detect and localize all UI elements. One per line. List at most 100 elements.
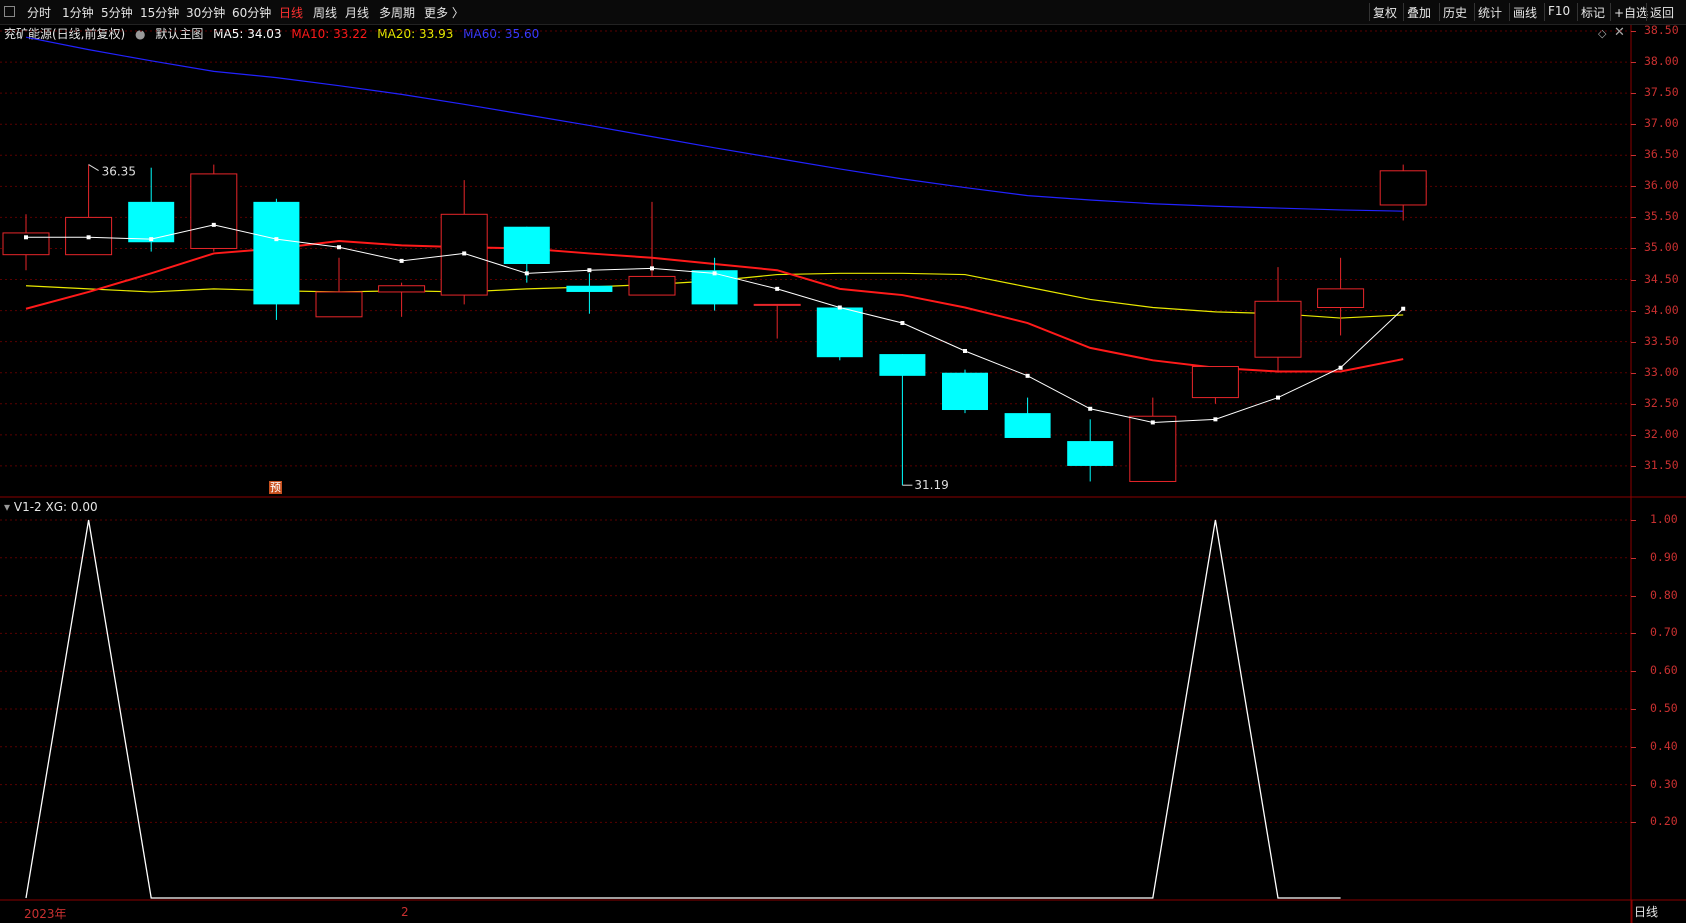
candle-body-up: [1379, 170, 1427, 206]
candle-body-up: [1254, 300, 1302, 358]
ma5-point: [524, 271, 529, 276]
ma5-point: [963, 348, 967, 353]
indicator-tick-label: 0.80: [1650, 587, 1678, 602]
price-tick-label: 35.00: [1644, 240, 1679, 255]
candle-body-down: [691, 270, 738, 305]
price-tick: [1631, 31, 1636, 32]
price-tick: [1631, 186, 1636, 188]
ma5-point: [86, 235, 91, 240]
ma5-point: [1401, 306, 1406, 311]
price-tick-label: 34.00: [1644, 302, 1679, 317]
price-tick-label: 36.00: [1644, 178, 1679, 193]
candle-body-down: [566, 285, 613, 292]
ma5-point: [1025, 373, 1030, 378]
low-price-label: 31.19: [914, 478, 948, 492]
candle-body-up: [1191, 366, 1239, 399]
price-tick-label: 38.00: [1644, 54, 1679, 69]
indicator-tick: [1631, 633, 1636, 635]
price-tick-label: 33.50: [1644, 333, 1679, 348]
price-tick: [1631, 465, 1636, 467]
ma5-point: [274, 237, 279, 242]
price-tick-label: 37.00: [1644, 116, 1679, 131]
price-tick: [1631, 279, 1636, 281]
price-tick-label: 35.50: [1644, 209, 1679, 224]
high-price-label: 36.35: [102, 165, 136, 179]
candle-body-up: [1129, 415, 1177, 482]
ma5-point: [149, 237, 154, 242]
candle-body-down: [253, 201, 300, 305]
ma5-point: [337, 245, 341, 250]
candle-body-up: [753, 303, 801, 306]
ma5-point: [900, 321, 905, 326]
ma5-point: [712, 271, 717, 276]
candle-body-down: [942, 372, 988, 411]
high-pointer: [88, 164, 99, 172]
ma5-point: [1213, 417, 1218, 422]
ma5-point: [1150, 420, 1155, 425]
indicator-tick-label: 0.40: [1650, 738, 1678, 753]
chart-canvas[interactable]: 36.35 31.19: [0, 0, 1686, 923]
period-label-bottom: 日线: [1634, 905, 1659, 919]
chart-frame: [0, 25, 1686, 923]
indicator-tick-label: 0.50: [1650, 701, 1678, 715]
candle-body-down: [1067, 441, 1114, 466]
indicator-tick: [1631, 784, 1636, 786]
price-tick: [1631, 124, 1636, 126]
price-tick-label: 31.50: [1644, 457, 1679, 472]
candle-body-up: [1317, 288, 1365, 308]
indicator-name[interactable]: V1-2: [14, 500, 42, 514]
price-tick: [1631, 372, 1636, 374]
price-tick: [1631, 434, 1636, 436]
indicator-line: [25, 519, 1341, 899]
indicator-tick: [1631, 520, 1636, 521]
price-tick-label: 34.50: [1644, 271, 1679, 286]
indicator-tick-label: 1.00: [1650, 512, 1678, 526]
xg-line: [25, 519, 1341, 899]
grid-lines: [0, 30, 1631, 823]
x-axis-year-label: 2023年: [24, 907, 67, 921]
x-axis-month-label: 2: [401, 905, 409, 919]
candles: [2, 164, 1427, 486]
candle-body-up: [315, 291, 363, 318]
price-tick: [1631, 403, 1636, 405]
candle-body-down: [503, 226, 550, 264]
candle-body-down: [816, 307, 863, 358]
ma5-point: [24, 235, 28, 240]
ma5-point: [399, 258, 404, 263]
price-tick: [1631, 155, 1636, 157]
ma5-point: [462, 251, 467, 256]
indicator-dropdown-icon[interactable]: ▾: [4, 500, 10, 514]
indicator-value: XG: 0.00: [45, 500, 98, 514]
price-tick-label: 37.50: [1644, 85, 1679, 100]
price-tick-label: 32.00: [1644, 426, 1679, 441]
ma5-point: [587, 268, 592, 273]
ma5-point: [837, 305, 842, 310]
price-tick: [1631, 310, 1636, 312]
indicator-tick-label: 0.70: [1650, 625, 1678, 640]
candle-body-down: [128, 201, 175, 243]
ma5-point: [211, 222, 216, 227]
indicator-tick: [1631, 822, 1636, 824]
price-tick-label: 33.00: [1644, 364, 1679, 379]
ma5-point: [1276, 395, 1280, 400]
indicator-tick: [1631, 557, 1636, 559]
candle-body-up: [628, 275, 676, 296]
indicator-tick-label: 0.20: [1650, 814, 1678, 829]
price-tick: [1631, 248, 1636, 250]
indicator-tick-label: 0.30: [1650, 776, 1678, 791]
candle-body-up: [378, 285, 426, 293]
candle-body-down: [1004, 413, 1051, 438]
indicator-tick-label: 0.90: [1650, 549, 1678, 564]
indicator-tick-label: 0.60: [1650, 663, 1678, 678]
price-tick-label: 32.50: [1644, 395, 1679, 410]
price-tick: [1631, 217, 1636, 219]
ma5-point: [1088, 406, 1093, 411]
indicator-tick: [1631, 709, 1636, 710]
candle-body-up: [190, 173, 238, 249]
price-tick: [1631, 62, 1636, 64]
ma5-point: [775, 286, 780, 291]
price-tick: [1631, 93, 1636, 95]
indicator-legend: ▾ V1-2 XG: 0.00: [4, 500, 98, 514]
price-tick-label: 38.50: [1644, 23, 1679, 37]
ma5-point: [650, 266, 654, 271]
